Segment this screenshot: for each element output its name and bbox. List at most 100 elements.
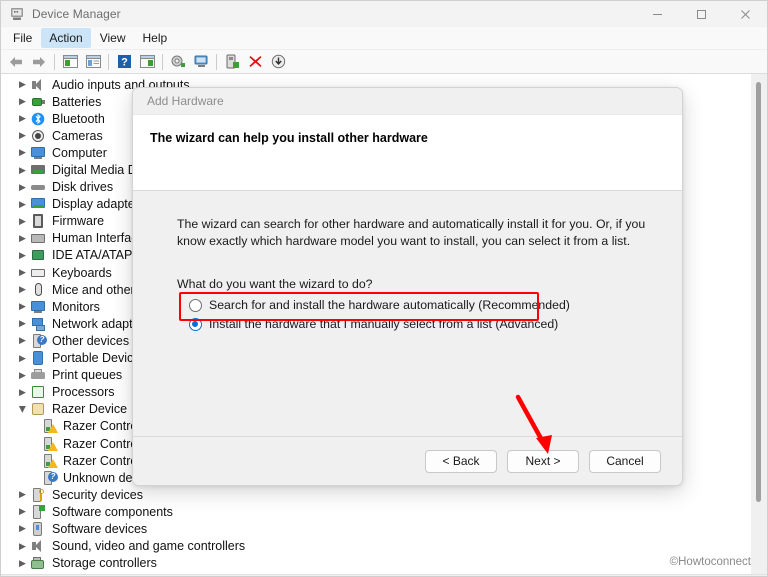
radio-option-manual[interactable]: Install the hardware that I manually sel… [177, 317, 652, 331]
separator-2 [108, 53, 109, 70]
chevron-right-icon[interactable]: ▶ [15, 267, 30, 278]
update-driver-icon[interactable] [167, 51, 189, 73]
tree-item-software-components[interactable]: ▶ Software components [1, 503, 741, 520]
chevron-right-icon[interactable]: ▶ [15, 489, 30, 500]
tree-item-label: Monitors [52, 299, 100, 314]
radio-button-unchecked-icon[interactable] [189, 298, 202, 312]
close-button[interactable] [723, 1, 767, 27]
digital-media-icon [30, 162, 46, 178]
chevron-right-icon[interactable]: ▶ [15, 79, 30, 90]
battery-icon [30, 94, 46, 110]
portable-device-icon [30, 350, 46, 366]
back-arrow-icon[interactable] [5, 51, 27, 73]
window-title: Device Manager [32, 7, 121, 21]
chevron-right-icon[interactable]: ▶ [15, 523, 30, 534]
menu-file[interactable]: File [5, 28, 40, 48]
chevron-right-icon[interactable]: ▶ [15, 165, 30, 176]
tree-item-label: Keyboards [52, 265, 112, 280]
radio-option-automatic[interactable]: Search for and install the hardware auto… [177, 298, 652, 312]
chevron-right-icon[interactable]: ▶ [15, 558, 30, 569]
separator-1 [54, 53, 55, 70]
tree-item-label: Batteries [52, 94, 102, 109]
maximize-button[interactable] [679, 1, 723, 27]
tree-item-label: Processors [52, 385, 115, 400]
scan-for-hardware-changes-icon[interactable] [190, 51, 212, 73]
vertical-scrollbar[interactable] [751, 74, 767, 576]
tree-item-security-devices[interactable]: ▶ Security devices [1, 486, 741, 503]
chevron-down-icon[interactable]: ▶ [17, 402, 28, 417]
properties-icon[interactable] [82, 51, 104, 73]
chevron-right-icon[interactable]: ▶ [15, 284, 30, 295]
chevron-right-icon[interactable]: ▶ [15, 147, 30, 158]
software-device-icon [30, 521, 46, 537]
next-button[interactable]: Next > [507, 449, 579, 473]
chevron-right-icon[interactable]: ▶ [15, 113, 30, 124]
back-button[interactable]: < Back [425, 449, 497, 473]
hid-icon [30, 230, 46, 246]
chevron-right-icon[interactable]: ▶ [15, 233, 30, 244]
chevron-right-icon[interactable]: ▶ [15, 96, 30, 107]
keyboard-icon [30, 265, 46, 281]
dialog-header: The wizard can help you install other ha… [133, 114, 682, 191]
other-device-icon: ? [30, 333, 47, 349]
dialog-body: The wizard can search for other hardware… [133, 191, 682, 436]
bluetooth-icon [30, 111, 46, 127]
chevron-right-icon[interactable]: ▶ [15, 301, 30, 312]
uninstall-device-icon[interactable] [244, 51, 266, 73]
menu-help[interactable]: Help [135, 28, 176, 48]
chevron-right-icon[interactable]: ▶ [15, 318, 30, 329]
show-hide-action-pane-icon[interactable] [136, 51, 158, 73]
processor-icon [30, 384, 46, 400]
chevron-right-icon[interactable]: ▶ [15, 250, 30, 261]
razer-controller-warning-icon [41, 453, 58, 469]
show-hide-console-tree-icon[interactable] [59, 51, 81, 73]
audio-icon [30, 77, 46, 93]
tree-item-storage-controllers[interactable]: ▶ Storage controllers [1, 555, 741, 572]
software-component-icon [30, 504, 46, 520]
radio-button-checked-icon[interactable] [189, 317, 202, 331]
chevron-right-icon[interactable]: ▶ [15, 506, 30, 517]
menu-view[interactable]: View [92, 28, 134, 48]
tree-item-label: Sound, video and game controllers [52, 539, 246, 554]
razer-controller-warning-icon [41, 436, 58, 452]
razer-device-icon [30, 401, 46, 417]
chevron-right-icon[interactable]: ▶ [15, 130, 30, 141]
scrollbar-thumb[interactable] [756, 82, 761, 502]
toolbar: ? [1, 50, 767, 74]
add-hardware-dialog: Add Hardware The wizard can help you ins… [132, 87, 683, 486]
disable-device-icon[interactable] [267, 51, 289, 73]
chevron-right-icon[interactable]: ▶ [15, 353, 30, 364]
watermark: ©Howtoconnect [669, 556, 751, 568]
network-adapter-icon [30, 316, 46, 332]
tree-item-sound-video-and-game-controllers[interactable]: ▶ Sound, video and game controllers [1, 538, 741, 555]
tree-item-label: Computer [52, 145, 107, 160]
chevron-right-icon[interactable]: ▶ [15, 182, 30, 193]
tree-item-label: Print queues [52, 368, 123, 383]
forward-arrow-icon[interactable] [28, 51, 50, 73]
dialog-question: What do you want the wizard to do? [177, 277, 373, 291]
separator-3 [162, 53, 163, 70]
chevron-right-icon[interactable]: ▶ [15, 335, 30, 346]
unknown-device-icon: ? [41, 470, 58, 486]
tree-item-label: Software devices [52, 521, 148, 536]
tree-item-software-devices[interactable]: ▶ Software devices [1, 520, 741, 537]
computer-icon [30, 145, 46, 161]
chevron-right-icon[interactable]: ▶ [15, 387, 30, 398]
help-icon[interactable]: ? [113, 51, 135, 73]
cancel-button[interactable]: Cancel [589, 449, 661, 473]
menu-action[interactable]: Action [41, 28, 91, 48]
radio-option-manual-label: Install the hardware that I manually sel… [209, 317, 559, 331]
minimize-button[interactable] [635, 1, 679, 27]
chevron-right-icon[interactable]: ▶ [15, 541, 30, 552]
storage-controller-icon [30, 555, 46, 571]
svg-text:?: ? [121, 57, 128, 69]
add-legacy-hardware-icon[interactable] [221, 51, 243, 73]
menubar: File Action View Help [1, 27, 767, 50]
titlebar: Device Manager [1, 1, 767, 27]
device-manager-window: Device Manager File Action View Help ? ▶… [0, 0, 768, 577]
tree-item-label: Security devices [52, 487, 144, 502]
razer-controller-warning-icon [41, 418, 58, 434]
chevron-right-icon[interactable]: ▶ [15, 199, 30, 210]
chevron-right-icon[interactable]: ▶ [15, 370, 30, 381]
chevron-right-icon[interactable]: ▶ [15, 216, 30, 227]
